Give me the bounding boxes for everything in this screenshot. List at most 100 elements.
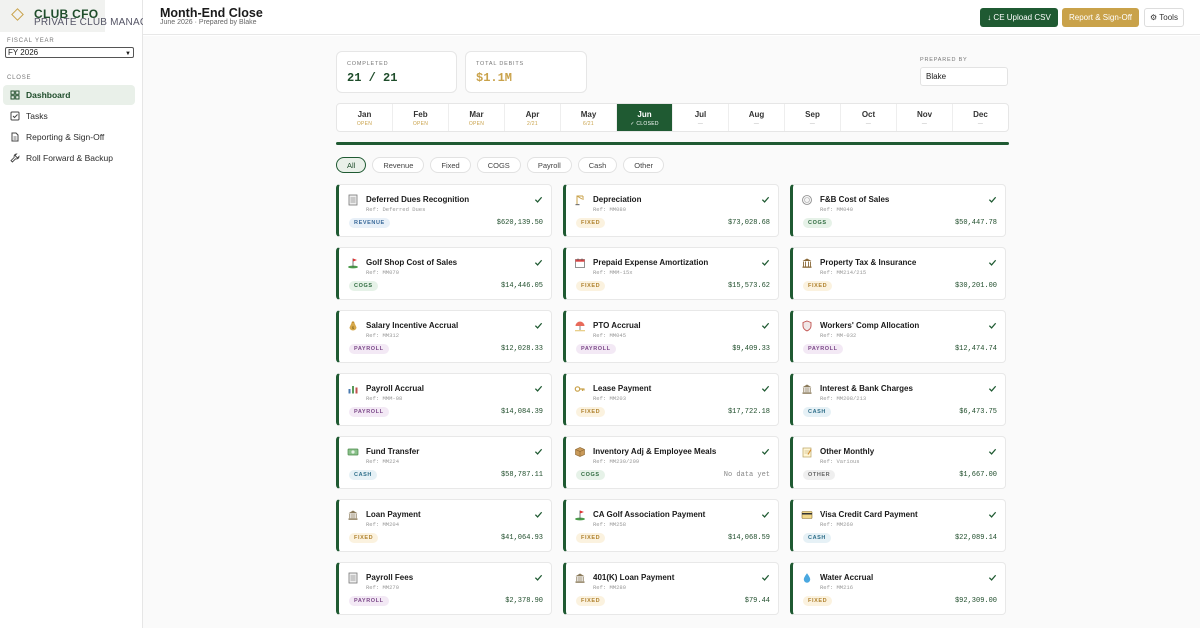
month-status: OPEN: [468, 121, 485, 127]
task-title: Workers' Comp Allocation: [820, 321, 920, 330]
task-ref: Ref: MM270: [366, 584, 400, 591]
check-icon: [761, 448, 770, 455]
task-title: Loan Payment: [366, 510, 421, 519]
month-tab-feb[interactable]: Feb OPEN: [393, 104, 449, 131]
filter-chip-payroll[interactable]: Payroll: [526, 157, 572, 173]
credit-card-icon: [801, 511, 813, 519]
month-tab-nov[interactable]: Nov —: [897, 104, 953, 131]
task-amount: $12,028.33: [500, 345, 543, 353]
task-card-prepaid-expense-amortization[interactable]: Prepaid Expense Amortization Ref: MMM-15x…: [563, 247, 779, 300]
tools-button[interactable]: ⚙ Tools: [1144, 8, 1184, 27]
filter-chip-other[interactable]: Other: [623, 157, 665, 173]
task-title: F&B Cost of Sales: [820, 195, 890, 204]
ledger-icon: [348, 194, 358, 206]
task-amount: $79.44: [744, 597, 770, 605]
month-tab-may[interactable]: May 6/21: [561, 104, 617, 131]
task-title: Payroll Fees: [366, 573, 414, 582]
task-amount: No data yet: [723, 471, 770, 479]
task-card-payroll-fees[interactable]: Payroll Fees Ref: MM270 PAYROLL $2,378.90: [336, 562, 552, 615]
category-badge: FIXED: [576, 407, 606, 417]
check-icon: [761, 196, 770, 203]
task-card-other-monthly[interactable]: Other Monthly Ref: Various OTHER $1,667.00: [790, 436, 1006, 489]
month-tab-mar[interactable]: Mar OPEN: [449, 104, 505, 131]
task-card-property-tax-insurance[interactable]: Property Tax & Insurance Ref: MM214/215 FI…: [790, 247, 1006, 300]
task-card-fund-transfer[interactable]: Fund Transfer Ref: MM224 CASH $58,787.11: [336, 436, 552, 489]
task-card-visa-credit-card-payment[interactable]: Visa Credit Card Payment Ref: MM260 CASH $2…: [790, 499, 1006, 552]
filter-chip-revenue[interactable]: Revenue: [372, 157, 425, 173]
task-card-pto-accrual[interactable]: PTO Accrual Ref: MM045 PAYROLL $9,409.33: [563, 310, 779, 363]
month-tab-jun[interactable]: Jun ✓ CLOSED: [617, 104, 673, 131]
sidebar-item-dashboard[interactable]: Dashboard: [3, 85, 135, 105]
report-signoff-button[interactable]: Report & Sign-Off: [1062, 8, 1139, 27]
filter-chip-all[interactable]: All: [336, 157, 367, 173]
month-name: Jan: [357, 110, 372, 119]
sidebar-item-tasks[interactable]: Tasks: [3, 106, 135, 126]
month-tab-apr[interactable]: Apr 2/21: [505, 104, 561, 131]
task-amount: $12,474.74: [954, 345, 997, 353]
diamond-logo-icon: [11, 8, 24, 21]
sidebar-nav: Dashboard Tasks Reporting & Sign-Off Rol…: [3, 85, 135, 169]
task-card-f-b-cost-of-sales[interactable]: F&B Cost of Sales Ref: MM040 COGS $50,447.7…: [790, 184, 1006, 237]
filter-chip-cogs[interactable]: COGS: [476, 157, 521, 173]
task-card-lease-payment[interactable]: Lease Payment Ref: MM203 FIXED $17,722.18: [563, 373, 779, 426]
task-ref: Ref: MM214/215: [820, 269, 867, 276]
task-amount: $6,473.75: [959, 408, 997, 416]
task-card-loan-payment[interactable]: Loan Payment Ref: MM204 FIXED $41,064.93: [336, 499, 552, 552]
task-card-payroll-accrual[interactable]: Payroll Accrual Ref: MMM-08 PAYROLL $14,084…: [336, 373, 552, 426]
check-icon: [988, 385, 997, 392]
month-tab-sep[interactable]: Sep —: [785, 104, 841, 131]
task-ref: Ref: MM230/209: [593, 458, 640, 465]
check-icon: [761, 322, 770, 329]
task-amount: $14,084.39: [500, 408, 543, 416]
cash-icon: [347, 448, 359, 456]
filter-chip-fixed[interactable]: Fixed: [430, 157, 471, 173]
month-status: —: [697, 121, 704, 127]
category-badge: CASH: [803, 407, 831, 417]
month-tab-oct[interactable]: Oct —: [841, 104, 897, 131]
prepared-by-input[interactable]: Blake: [920, 67, 1008, 86]
brand-logo[interactable]: CLUB CFO PRIVATE CLUB MANAGEMENT: [0, 0, 184, 32]
main-content: COMPLETED 21 / 21 TOTAL DEBITS $1.1M PRE…: [143, 36, 1200, 628]
task-card-workers-comp-allocation[interactable]: Workers' Comp Allocation Ref: MM-032 PAYRO…: [790, 310, 1006, 363]
task-card-inventory-adj-employee-meals[interactable]: Inventory Adj & Employee Meals Ref: MM230…: [563, 436, 779, 489]
task-card-ca-golf-association-payment[interactable]: CA Golf Association Payment Ref: MM258 FIX…: [563, 499, 779, 552]
completed-value: 21 / 21: [347, 71, 398, 85]
sidebar-item-label: Reporting & Sign-Off: [26, 132, 105, 142]
task-amount: $41,064.93: [500, 534, 543, 542]
sidebar-item-roll-forward[interactable]: Roll Forward & Backup: [3, 148, 135, 168]
task-card-401-k-loan-payment[interactable]: 401(K) Loan Payment Ref: MM280 FIXED $79.44: [563, 562, 779, 615]
upload-csv-button[interactable]: ↓ CE Upload CSV: [980, 8, 1058, 27]
task-card-deferred-dues-recognition[interactable]: Deferred Dues Recognition Ref: Deferred D…: [336, 184, 552, 237]
task-title: Property Tax & Insurance: [820, 258, 917, 267]
check-icon: [761, 259, 770, 266]
task-title: Salary Incentive Accrual: [366, 321, 459, 330]
month-tab-jul[interactable]: Jul —: [673, 104, 729, 131]
filter-chip-cash[interactable]: Cash: [577, 157, 618, 173]
calendar-icon: [575, 258, 585, 268]
month-tab-dec[interactable]: Dec —: [953, 104, 1008, 131]
task-ref: Ref: MM045: [593, 332, 627, 339]
category-badge: CASH: [803, 533, 831, 543]
fiscal-year-label: FISCAL YEAR: [7, 38, 55, 44]
task-card-salary-incentive-accrual[interactable]: $ Salary Incentive Accrual Ref: MM312 PAYRO…: [336, 310, 552, 363]
task-card-water-accrual[interactable]: Water Accrual Ref: MM216 FIXED $92,309.00: [790, 562, 1006, 615]
task-amount: $2,378.90: [505, 597, 543, 605]
month-tab-aug[interactable]: Aug —: [729, 104, 785, 131]
sidebar-item-label: Roll Forward & Backup: [26, 153, 113, 163]
task-ref: Ref: MM-032: [820, 332, 857, 339]
category-badge: PAYROLL: [349, 344, 389, 354]
sidebar-item-reporting[interactable]: Reporting & Sign-Off: [3, 127, 135, 147]
month-status: 2/21: [527, 121, 538, 127]
category-badge: FIXED: [576, 596, 606, 606]
task-amount: $9,409.33: [732, 345, 770, 353]
close-section-label: CLOSE: [7, 75, 32, 81]
month-name: Nov: [916, 110, 933, 119]
month-tab-jan[interactable]: Jan OPEN: [337, 104, 393, 131]
task-card-depreciation[interactable]: Depreciation Ref: MM080 FIXED $73,028.68: [563, 184, 779, 237]
task-card-interest-bank-charges[interactable]: Interest & Bank Charges Ref: MM208/213 CAS…: [790, 373, 1006, 426]
bar-chart-icon: [348, 386, 358, 394]
task-title: PTO Accrual: [593, 321, 641, 330]
task-card-golf-shop-cost-of-sales[interactable]: Golf Shop Cost of Sales Ref: MM070 COGS $14…: [336, 247, 552, 300]
task-ref: Ref: MM312: [366, 332, 400, 339]
fiscal-year-select[interactable]: FY 2026 ▼: [5, 47, 134, 58]
